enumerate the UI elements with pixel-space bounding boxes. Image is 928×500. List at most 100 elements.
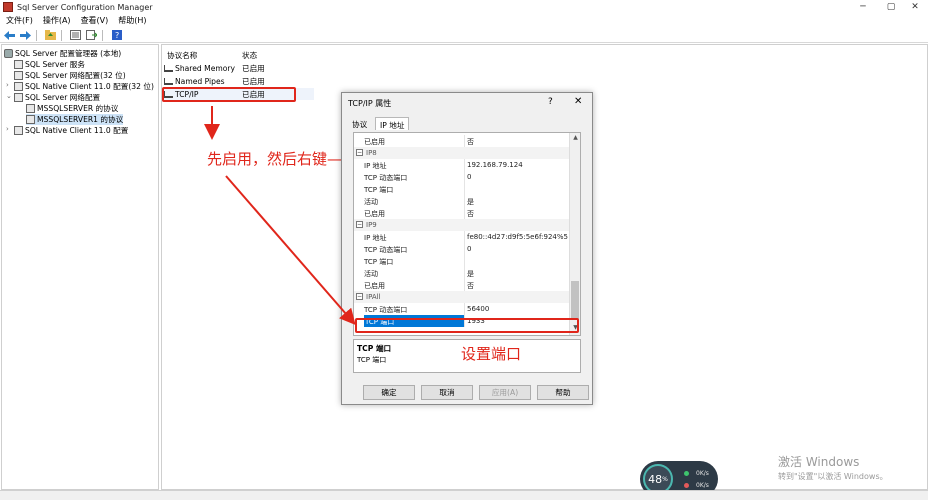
grid-section-header[interactable]: − IPAll [354,291,569,303]
minimize-button[interactable]: ─ [848,0,878,14]
protocol-icon [26,115,35,124]
properties-icon[interactable] [69,29,82,41]
tree-item-sql-server-services[interactable]: SQL Server 服务 [14,59,85,70]
scroll-up-icon[interactable]: ▲ [571,134,580,143]
expand-chevron-icon[interactable]: › [6,125,9,133]
grid-key: TCP 动态端口 [364,246,408,254]
collapse-toggle-icon[interactable]: − [356,221,363,228]
grid-value: 56400 [467,305,490,313]
grid-divider [464,231,465,243]
protocol-row-shared-memory[interactable]: Shared Memory 已启用 [164,62,314,74]
protocol-icon [26,104,35,113]
menu-view[interactable]: 查看(V) [81,15,109,26]
toolbar-separator [102,29,103,41]
expand-chevron-icon[interactable]: › [6,81,9,89]
grid-divider [464,195,465,207]
grid-row[interactable]: 已启用 否 [354,135,569,147]
grid-key: TCP 端口 [364,258,394,266]
tree-item-network-config[interactable]: SQL Server 网络配置 [14,92,100,103]
tree-item-mssqlserver1-protocols[interactable]: MSSQLSERVER1 的协议 [26,114,124,125]
ok-button[interactable]: 确定 [363,385,415,400]
grid-row[interactable]: TCP 动态端口 56400 [354,303,569,315]
ip-address-property-grid[interactable]: 已启用否 − IP8 IP 地址 192.168.79.124 TCP 动态端口 0 … [353,132,581,336]
grid-key: IP 地址 [364,234,387,242]
grid-row[interactable]: TCP 动态端口 0 [354,243,569,255]
grid-section-header[interactable]: − IP9 [354,219,569,231]
grid-row[interactable]: IP 地址 192.168.79.124 [354,159,569,171]
up-folder-icon[interactable] [44,29,57,41]
tcp-ip-highlight-box [162,87,296,102]
tree-item-network-config-32[interactable]: SQL Server 网络配置(32 位) [14,70,126,81]
grid-divider [464,279,465,291]
network-icon [14,71,23,80]
close-window-button[interactable]: ✕ [900,0,928,14]
grid-row[interactable]: TCP 端口 [354,255,569,267]
grid-section-header[interactable]: − IP8 [354,147,569,159]
grid-key: TCP 动态端口 [364,306,408,314]
help-icon[interactable]: ? [110,29,123,41]
collapse-chevron-icon[interactable]: ⌄ [6,92,12,100]
scrollbar-thumb[interactable] [571,281,579,319]
forward-arrow-icon[interactable] [19,29,32,41]
tree-item-label: SQL Native Client 11.0 配置(32 位) [25,82,154,91]
grid-row[interactable]: 活动 是 [354,195,569,207]
grid-row[interactable]: 已启用 否 [354,207,569,219]
grid-value: 0 [467,245,472,253]
tree-item-label: MSSQLSERVER 的协议 [37,104,119,113]
client-icon [14,82,23,91]
grid-value: 否 [467,138,474,146]
tree-item-native-client-32[interactable]: SQL Native Client 11.0 配置(32 位) [14,81,154,92]
grid-divider [464,135,465,147]
grid-scrollbar[interactable]: ▲ ▼ [569,133,580,335]
tree-item-mssqlserver-protocols[interactable]: MSSQLSERVER 的协议 [26,103,118,114]
collapse-toggle-icon[interactable]: − [356,293,363,300]
download-speed: 0K/s [696,482,709,489]
grid-row[interactable]: TCP 端口 [354,183,569,195]
dialog-close-icon[interactable]: ✕ [574,96,582,107]
tab-protocol[interactable]: 协议 [348,117,371,130]
grid-row[interactable]: 活动 是 [354,267,569,279]
protocol-name: Named Pipes [175,76,225,86]
tree-root-label: SQL Server 配置管理器 (本地) [15,49,122,58]
back-arrow-icon[interactable] [3,29,16,41]
tree-item-label: SQL Native Client 11.0 配置 [25,126,129,135]
grid-key: TCP 端口 [364,186,394,194]
app-icon [3,2,13,12]
column-header-status[interactable]: 状态 [242,50,257,61]
tree-item-label: MSSQLSERVER1 的协议 [37,115,124,124]
protocol-row-named-pipes[interactable]: Named Pipes 已启用 [164,75,314,87]
protocol-status: 已启用 [242,63,265,73]
toolbar-separator [36,29,37,41]
grid-key: 已启用 [364,210,385,218]
upload-dot-icon [684,471,689,476]
dialog-help-icon[interactable]: ? [548,97,553,107]
status-bar [0,490,928,500]
export-list-icon[interactable] [85,29,98,41]
grid-key: 活动 [364,198,378,206]
grid-row[interactable]: TCP 动态端口 0 [354,171,569,183]
description-title: TCP 端口 [357,344,392,353]
tab-ip-addresses[interactable]: IP 地址 [375,117,410,130]
tree-item-native-client[interactable]: SQL Native Client 11.0 配置 [14,125,128,136]
grid-row[interactable]: 已启用 否 [354,279,569,291]
help-button[interactable]: 帮助 [537,385,589,400]
menu-file[interactable]: 文件(F) [6,15,33,26]
cancel-button[interactable]: 取消 [421,385,473,400]
menu-bar: 文件(F) 操作(A) 查看(V) 帮助(H) [0,14,928,27]
title-bar: Sql Server Configuration Manager [0,0,928,14]
tree-root[interactable]: SQL Server 配置管理器 (本地) [4,48,121,59]
apply-button[interactable]: 应用(A) [479,385,531,400]
grid-value: 是 [467,198,474,206]
menu-help[interactable]: 帮助(H) [118,15,146,26]
server-config-icon [4,49,13,58]
port-hint-annotation: 设置端口 [461,345,522,363]
dialog-title: TCP/IP 属性 [348,99,392,108]
watermark-line2: 转到"设置"以激活 Windows。 [778,472,888,481]
menu-action[interactable]: 操作(A) [43,15,71,26]
grid-key: IPAll [366,293,381,301]
usage-percent: 48 [648,472,663,486]
grid-row[interactable]: IP 地址 fe80::4d27:d9f5:5e6f:924%5 [354,231,569,243]
column-header-name[interactable]: 协议名称 [167,50,197,61]
collapse-toggle-icon[interactable]: − [356,149,363,156]
protocol-status: 已启用 [242,76,265,86]
